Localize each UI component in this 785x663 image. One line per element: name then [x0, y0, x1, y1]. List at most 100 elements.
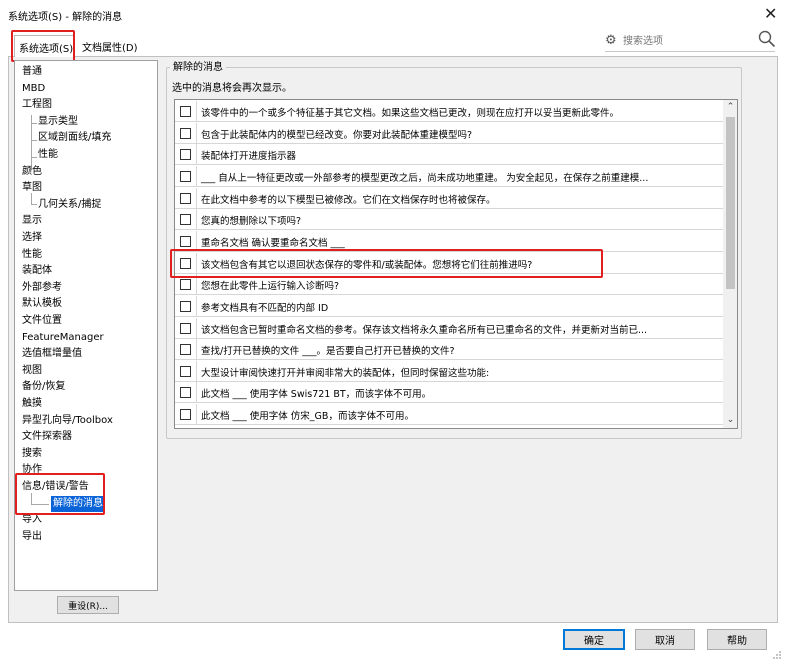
message-checkbox[interactable] [180, 235, 191, 247]
column-divider [196, 317, 197, 339]
tree-item[interactable]: 默认模板 [22, 296, 62, 312]
tree-connector [31, 140, 37, 141]
tree-connector [31, 204, 37, 205]
cancel-button[interactable]: 取消 [635, 629, 695, 650]
message-row: 查找/打开已替换的文件 ___。是否要自己打开已替换的文件? [175, 339, 723, 361]
message-text: 您想在此零件上运行输入诊断吗? [201, 281, 340, 293]
window-title: 系统选项(S) - 解除的消息 [8, 12, 123, 23]
message-checkbox[interactable] [180, 106, 191, 117]
tree-item[interactable]: 几何关系/捕捉 [38, 197, 101, 213]
tree-item[interactable]: 显示 [22, 213, 42, 229]
tree-item[interactable]: 选值框增量值 [22, 346, 82, 362]
tree-item[interactable]: 异型孔向导/Toolbox [22, 413, 113, 429]
title-bar: 系统选项(S) - 解除的消息 ✕ [0, 0, 785, 28]
column-divider [196, 187, 197, 209]
column-divider [196, 360, 197, 382]
search-icon[interactable] [758, 30, 776, 48]
search-input[interactable] [621, 33, 751, 49]
search-options: ⚙ [605, 33, 757, 49]
message-checkbox[interactable] [180, 279, 191, 291]
column-divider [196, 144, 197, 166]
tree-item[interactable]: 视图 [22, 363, 42, 379]
tree-item[interactable]: 协作 [22, 462, 42, 478]
message-text: 重命名文档 确认要重命名文档 ___ [201, 237, 345, 249]
tree-item[interactable]: 普通 [22, 64, 42, 80]
message-text: 此文档 ___ 使用字体 仿宋_GB，而该字体不可用。 [201, 411, 414, 423]
message-text: 装配体打开进度指示器 [201, 151, 297, 163]
tree-item[interactable]: 文件位置 [22, 313, 62, 329]
tree-item[interactable]: 性能 [38, 147, 58, 163]
tree-item[interactable]: 区域剖面线/填充 [38, 130, 111, 146]
message-checkbox[interactable] [180, 192, 191, 204]
message-row: ___ 自从上一特征更改或一外部参考的模型更改之后，尚未成功地重建。 为安全起见… [175, 165, 723, 187]
tab-system-options[interactable]: 系统选项(S) [14, 35, 74, 57]
reset-button[interactable]: 重设(R)... [57, 596, 119, 614]
column-divider [196, 101, 197, 122]
tree-item[interactable]: 外部参考 [22, 280, 62, 296]
tree-item[interactable]: MBD [22, 81, 45, 97]
tree-item[interactable]: 搜索 [22, 446, 42, 462]
message-checkbox[interactable] [180, 365, 191, 377]
tree-item[interactable]: 显示类型 [38, 114, 78, 130]
message-text: 大型设计审阅快速打开并审阅非常大的装配体，但同时保留这些功能: [201, 367, 490, 379]
message-checkbox[interactable] [180, 322, 191, 334]
column-divider [196, 165, 197, 187]
message-checkbox[interactable] [180, 300, 191, 312]
message-checkbox[interactable] [180, 409, 191, 421]
vertical-scrollbar[interactable]: ⌃ ⌄ [723, 100, 737, 428]
tree-item[interactable]: 文件探索器 [22, 429, 72, 445]
message-row: 该文档包含有其它以退回状态保存的零件和/或装配体。您想将它们往前推进吗? [175, 252, 723, 274]
group-description: 选中的消息将会再次显示。 [172, 83, 292, 94]
message-checkbox[interactable] [180, 127, 191, 139]
column-divider [196, 209, 197, 231]
tree-item[interactable]: FeatureManager [22, 330, 104, 346]
message-row: 装配体打开进度指示器 [175, 144, 723, 166]
message-checkbox[interactable] [180, 387, 191, 399]
message-checkbox[interactable] [180, 344, 191, 356]
tab-document-properties[interactable]: 文档属性(D) [78, 35, 154, 57]
message-row: 大型设计审阅快速打开并审阅非常大的装配体，但同时保留这些功能: [175, 360, 723, 382]
tree-connector [31, 504, 49, 505]
column-divider [196, 295, 197, 317]
message-checkbox[interactable] [180, 257, 191, 269]
tree-connector [31, 157, 37, 158]
tree-item[interactable]: 触摸 [22, 396, 42, 412]
resize-grip-icon[interactable] [772, 650, 782, 660]
scroll-up-icon[interactable]: ⌃ [723, 100, 737, 115]
message-row: 此文档 ___ 使用字体 仿宋_GB，而该字体不可用。 [175, 404, 723, 426]
column-divider [196, 230, 197, 252]
message-list: 此文档 ___ 使用字体 仿宋_GB，而该字体不可用。 此文档 ___ 使用字体 … [174, 99, 738, 429]
message-row: 该文档包含已暂时重命名文档的参考。保存该文档将永久重命名所有已已重命名的文件，并… [175, 317, 723, 339]
search-underline [605, 51, 775, 52]
message-checkbox[interactable] [180, 214, 191, 226]
ok-button[interactable]: 确定 [563, 629, 625, 650]
message-row: 此文档 ___ 使用字体 Swis721 BT，而该字体不可用。 [175, 382, 723, 404]
message-checkbox[interactable] [180, 149, 191, 161]
tree-item[interactable]: 工程图 [22, 97, 52, 113]
tree-item[interactable]: 备份/恢复 [22, 379, 65, 395]
tree-item[interactable]: 导出 [22, 529, 42, 545]
tree-item[interactable]: 解除的消息 [51, 495, 105, 512]
message-text: 查找/打开已替换的文件 ___。是否要自己打开已替换的文件? [201, 346, 455, 358]
help-button[interactable]: 帮助 [707, 629, 767, 650]
scroll-down-icon[interactable]: ⌄ [723, 413, 737, 428]
column-divider [196, 122, 197, 144]
message-text: 该零件中的一个或多个特征基于其它文档。如果这些文档已更改，则现在应打开以妥当更新… [201, 108, 620, 119]
message-text: 该文档包含已暂时重命名文档的参考。保存该文档将永久重命名所有已已重命名的文件，并… [201, 324, 648, 336]
tree-item[interactable]: 性能 [22, 247, 42, 263]
message-row: 重命名文档 确认要重命名文档 ___ [175, 230, 723, 252]
close-icon[interactable]: ✕ [764, 4, 777, 23]
message-checkbox[interactable] [180, 170, 191, 182]
tree-item[interactable]: 导入 [22, 512, 42, 528]
message-text: 该文档包含有其它以退回状态保存的零件和/或装配体。您想将它们往前推进吗? [201, 259, 533, 271]
tree-item[interactable]: 颜色 [22, 164, 42, 180]
tree-item[interactable]: 草图 [22, 180, 42, 196]
tree-connector [31, 123, 37, 124]
message-text: 此文档 ___ 使用字体 Swis721 BT，而该字体不可用。 [201, 389, 432, 401]
tree-item[interactable]: 信息/错误/警告 [22, 479, 89, 495]
scroll-thumb[interactable] [726, 117, 735, 289]
message-text: 在此文档中参考的以下模型已被修改。它们在文档保存时也将被保存。 [201, 194, 496, 206]
tree-item[interactable]: 选择 [22, 230, 42, 246]
message-text: 参考文档具有不匹配的内部 ID [201, 302, 329, 314]
tree-item[interactable]: 装配体 [22, 263, 52, 279]
